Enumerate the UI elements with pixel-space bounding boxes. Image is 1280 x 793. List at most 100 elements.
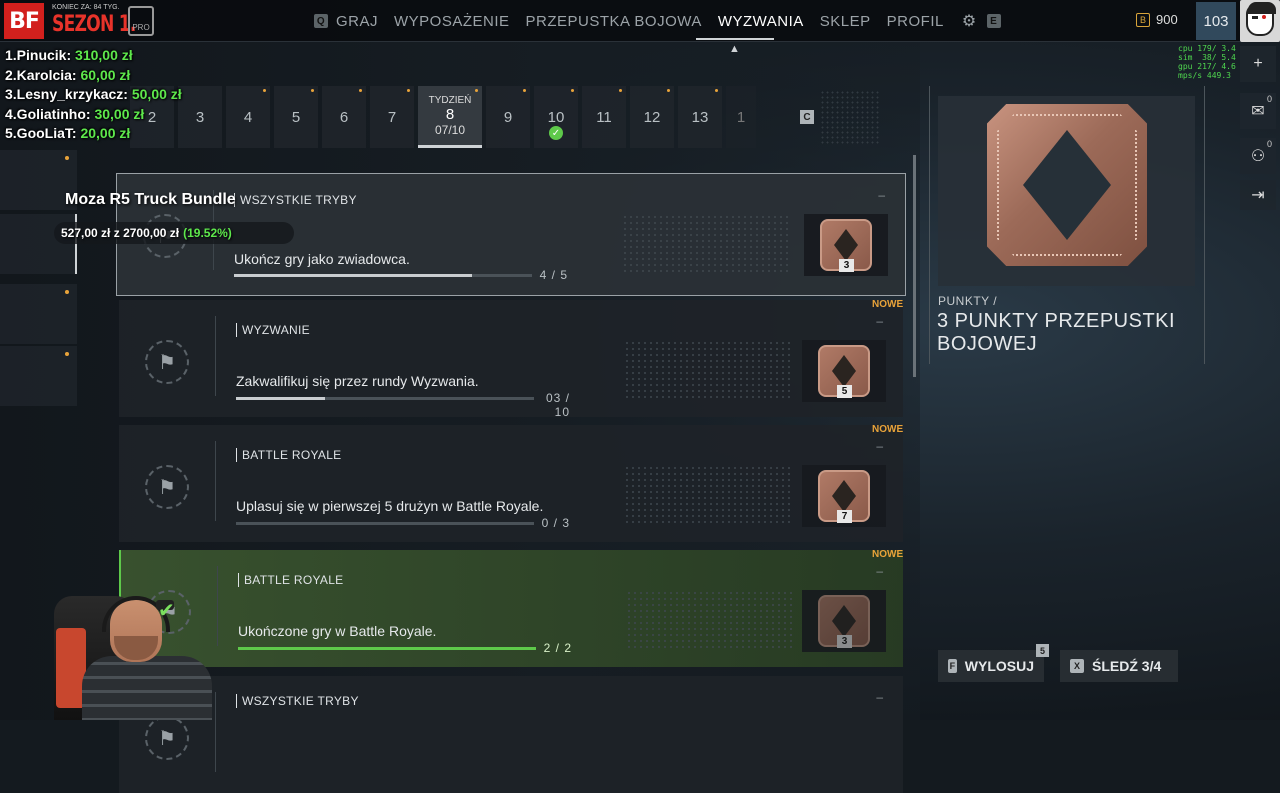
leaderboard-name: 5.GooLiaT: [5, 125, 81, 141]
week-complete-check-icon: ✓ [549, 126, 563, 140]
week-tab[interactable]: 9 [486, 86, 530, 148]
leaderboard-amount: 310,00 zł [75, 47, 133, 63]
battle-pass-points-badge-icon [987, 104, 1147, 266]
tab-graj[interactable]: GRAJ [336, 13, 378, 30]
tab-wyposażenie[interactable]: WYPOSAŻENIE [394, 13, 510, 30]
leaderboard-name: 1.Pinucik: [5, 47, 76, 63]
webcam-overlay [52, 588, 232, 720]
reroll-key: F [948, 659, 957, 673]
new-badge: NOWE [872, 424, 904, 435]
challenge-progress-bar [236, 522, 534, 525]
challenge-category: WSZYSTKIE TRYBY [234, 193, 357, 207]
avatar[interactable] [1240, 0, 1280, 42]
challenge-menu[interactable]: – [876, 690, 883, 704]
week-tab-selected[interactable]: TYDZIEŃ 8 07/10 [418, 86, 482, 148]
season-countdown: KONIEC ZA: 84 TYG. [52, 4, 120, 11]
scrollbar[interactable] [913, 155, 916, 377]
week-number: 12 [643, 108, 661, 126]
flag-emblem-icon: ⚑ [145, 340, 189, 384]
challenge-menu[interactable]: – [876, 564, 883, 578]
detail-label: PUNKTY / [938, 294, 998, 308]
reroll-button[interactable]: F WYLOSUJ 5 [938, 644, 1049, 682]
nav-right-key[interactable]: E [986, 14, 1001, 28]
new-badge: NOWE [872, 299, 904, 310]
week-number: 7 [387, 108, 397, 126]
week-tab[interactable]: 4 [226, 86, 270, 148]
plus-icon[interactable]: + [1240, 46, 1276, 82]
reward-points: 3 [839, 259, 854, 272]
nav-left-key[interactable]: Q [314, 14, 328, 28]
currency-display: B 900 [1136, 12, 1178, 27]
week-number: 9 [503, 108, 513, 126]
leaderboard-amount: 50,00 zł [131, 86, 182, 102]
challenge-progress-text: 2 / 2 [543, 641, 572, 655]
leaderboard-row: 4.Goliatinho: 30,00 zł [5, 105, 182, 125]
challenge-card[interactable]: ⚑ WSZYSTKIE TRYBY – [119, 676, 903, 793]
challenge-card[interactable]: ⚑ BATTLE ROYALE – Ukończone gry w Battle Ro… [119, 550, 903, 667]
main-nav: Q GRAJ WYPOSAŻENIE PRZEPUSTKA BOJOWA WYZWAN… [314, 11, 1001, 31]
week-tab[interactable]: 1 [726, 86, 756, 148]
track-button[interactable]: X ŚLEDŹ 3/4 [1060, 650, 1178, 682]
new-badge: NOWE [872, 549, 904, 560]
bf-logo: BF [4, 3, 44, 39]
mail-icon[interactable]: ✉ 0 [1240, 93, 1276, 129]
week-tab[interactable]: 11 [582, 86, 626, 148]
week-tab[interactable]: 3 [178, 86, 222, 148]
week-tab[interactable]: 13 [678, 86, 722, 148]
week-number: 13 [691, 108, 709, 126]
flag-emblem-icon: ⚑ [145, 465, 189, 509]
week-tab[interactable]: 7 [370, 86, 414, 148]
reward-points: 5 [837, 385, 852, 398]
left-tab[interactable] [0, 284, 77, 344]
leaderboard-row: 3.Lesny_krzykacz: 50,00 zł [5, 85, 182, 105]
exit-icon[interactable]: ⇥ [1240, 180, 1276, 210]
challenge-progress-bar [238, 647, 536, 650]
tab-przepustka-bojowa[interactable]: PRZEPUSTKA BOJOWA [526, 13, 702, 30]
week-tab[interactable]: 5 [274, 86, 318, 148]
challenge-menu[interactable]: – [876, 314, 883, 328]
challenge-description: Zakwalifikuj się przez rundy Wyzwania. [236, 373, 479, 389]
leaderboard-name: 2.Karolcia: [5, 66, 81, 83]
challenge-menu[interactable]: – [876, 439, 883, 453]
challenge-progress-text: 0 / 3 [541, 516, 570, 530]
flag-emblem-icon: ⚑ [145, 716, 189, 760]
reward-badge-icon: 3 [820, 219, 872, 272]
week-number: 11 [596, 108, 612, 126]
challenge-reward: 3 [804, 214, 888, 276]
pro-badge-icon: PRO [128, 6, 154, 36]
week-tab[interactable]: 6 [322, 86, 366, 148]
challenge-description: Ukończone gry w Battle Royale. [238, 623, 437, 639]
week-tab[interactable]: 12 [630, 86, 674, 148]
left-tab[interactable] [0, 346, 77, 406]
icon-count: 0 [1266, 94, 1272, 104]
challenge-menu[interactable]: – [878, 188, 885, 202]
weeks-fade [820, 90, 880, 146]
reward-badge-icon: 5 [818, 345, 870, 398]
tab-wyzwania[interactable]: WYZWANIA [718, 13, 804, 30]
week-number: 3 [195, 108, 205, 126]
leaderboard-row: 5.GooLiaT: 20,00 zł [5, 124, 182, 144]
player-level[interactable]: 103 [1196, 2, 1236, 40]
week-selected-text: TYDZIEŃ [428, 94, 472, 106]
gear-icon[interactable]: ⚙ [962, 11, 977, 31]
challenge-card[interactable]: ⚑ BATTLE ROYALE – Uplasuj się w pierwszej 5… [119, 425, 903, 542]
challenge-progress-bar [236, 397, 534, 400]
donation-goal: 2700,00 zł [123, 226, 180, 240]
challenge-category: WYZWANIE [236, 323, 310, 337]
weeks-next-key[interactable]: C [800, 110, 814, 124]
active-tab-indicator [696, 38, 774, 40]
tab-sklep[interactable]: SKLEP [820, 13, 871, 30]
track-label: ŚLEDŹ 3/4 [1092, 658, 1162, 674]
week-tab[interactable]: 10 ✓ [534, 86, 578, 148]
donation-sep: z [113, 226, 120, 240]
reward-points: 3 [837, 635, 852, 648]
challenge-card[interactable]: ⚑ WYZWANIE – Zakwalifikuj się przez rundy W… [119, 300, 903, 419]
perf-stats: cpu 179/ 3.4 sim 38/ 5.4 gpu 217/ 4.6 mp… [1178, 44, 1236, 80]
challenge-reward: 5 [802, 340, 886, 402]
squad-icon-glyph: ⚇ [1250, 148, 1266, 165]
challenge-category: BATTLE ROYALE [236, 448, 341, 462]
leaderboard-row: 2.Karolcia: 60,00 zł [5, 66, 182, 86]
squad-icon[interactable]: ⚇ 0 [1240, 138, 1276, 174]
tab-profil[interactable]: PROFIL [887, 13, 944, 30]
week-selected-text: 07/10 [434, 122, 466, 137]
